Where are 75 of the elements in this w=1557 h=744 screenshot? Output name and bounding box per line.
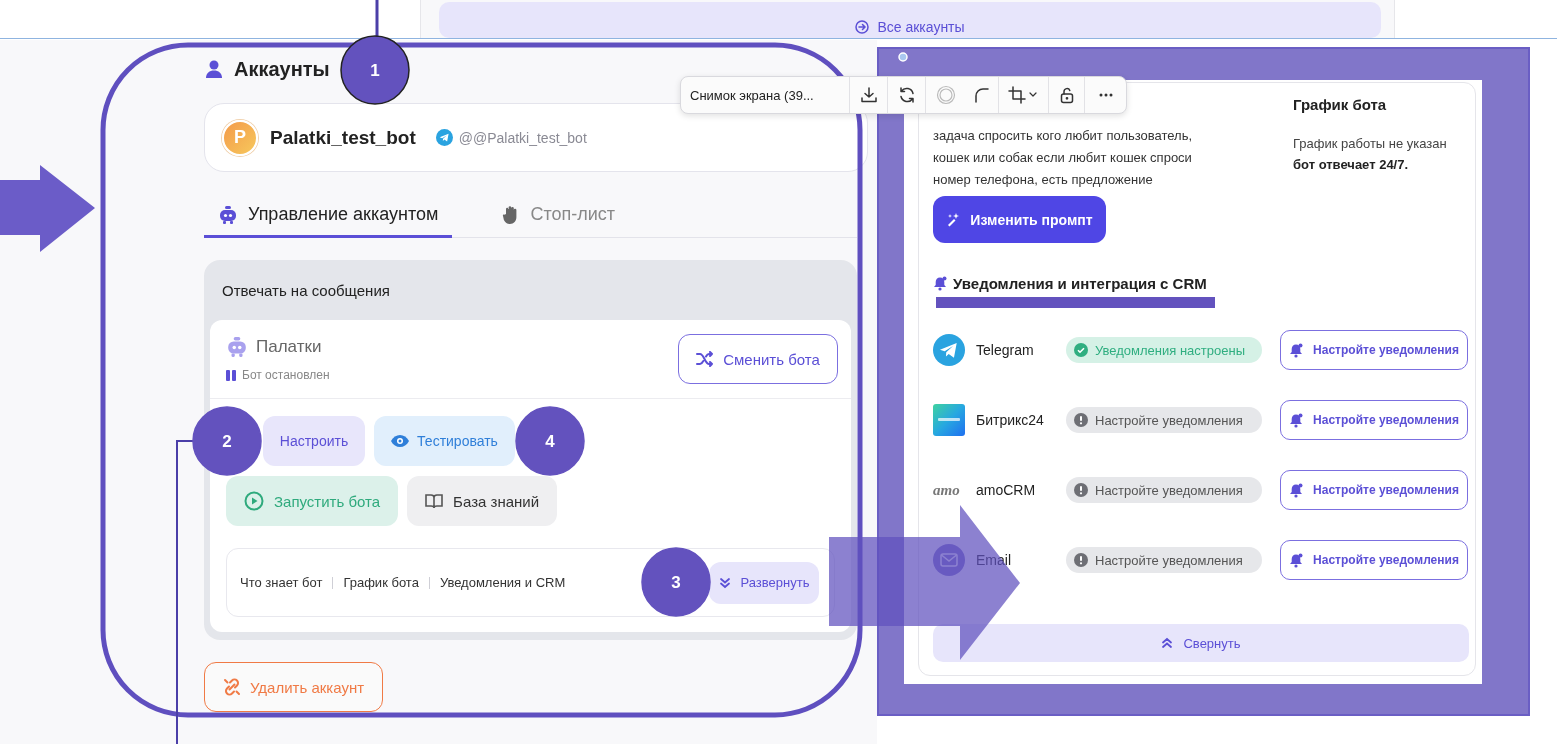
- bell-icon: [1289, 552, 1304, 568]
- collapse-button[interactable]: Свернуть: [933, 624, 1469, 662]
- configure-button[interactable]: Настроить: [263, 416, 365, 466]
- edit-prompt-button[interactable]: Изменить промпт: [933, 196, 1106, 243]
- summary-link[interactable]: Уведомления и CRM: [439, 575, 566, 590]
- status-badge: Уведомления настроены: [1066, 337, 1262, 363]
- amo-logo: amo: [933, 481, 961, 499]
- schedule-text: График работы не указан: [1293, 135, 1448, 153]
- step-marker: 1: [340, 35, 410, 105]
- alert-icon: [1074, 413, 1088, 427]
- status-badge: Настройте уведомления: [1066, 407, 1262, 433]
- switch-bot-button[interactable]: Сменить бота: [678, 334, 838, 384]
- sparkle-icon: [946, 212, 961, 227]
- bot-name: Palatki_test_bot: [270, 126, 416, 149]
- robot-icon: [218, 204, 238, 225]
- bell-icon: [1289, 412, 1304, 428]
- chevrons-up-icon: [1161, 637, 1174, 649]
- step-marker: 4: [515, 406, 585, 476]
- avatar: P: [222, 119, 258, 156]
- expand-button[interactable]: Развернуть: [709, 561, 819, 604]
- integration-name: amoCRM: [976, 482, 1037, 498]
- integration-name: Telegram: [976, 342, 1035, 358]
- book-icon: [425, 493, 444, 509]
- crop-icon: [1008, 86, 1039, 104]
- bell-icon: [933, 275, 947, 291]
- bitrix-logo-icon: [933, 404, 965, 436]
- check-icon: [1074, 343, 1088, 357]
- section-title: Отвечать на сообщения: [221, 280, 391, 301]
- alert-icon: [1074, 483, 1088, 497]
- notification-settings-button[interactable]: Настройте уведомления: [1280, 470, 1468, 510]
- more-icon: [1098, 93, 1113, 97]
- user-icon: [204, 59, 224, 79]
- bot-handle: @@Palatki_test_bot: [458, 129, 587, 146]
- step-marker: 3: [641, 547, 711, 617]
- arrow-circle-icon: [855, 19, 870, 34]
- tab[interactable]: Стоп-лист: [488, 194, 629, 238]
- bell-icon: [1289, 342, 1304, 358]
- status-badge: Настройте уведомления: [1066, 477, 1262, 503]
- notification-settings-button[interactable]: Настройте уведомления: [1280, 540, 1468, 580]
- play-icon: [244, 491, 264, 511]
- chevrons-down-icon: [718, 576, 731, 589]
- test-button[interactable]: Тестировать: [374, 416, 515, 466]
- handle-dot: [898, 52, 908, 62]
- integration-name: Битрикс24: [976, 412, 1045, 428]
- unlink-icon: [222, 678, 241, 696]
- schedule-note: бот отвечает 24/7.: [1293, 156, 1410, 174]
- notifications-heading: Уведомления и интеграция с CRM: [953, 274, 1207, 292]
- bot-status: Бот остановлен: [242, 368, 330, 382]
- telegram-icon: [933, 334, 965, 366]
- screenshot-title: Снимок экрана (39...: [681, 77, 851, 113]
- all-accounts-button[interactable]: Все аккаунты: [439, 2, 1381, 38]
- download-icon: [859, 86, 878, 104]
- step-marker: 2: [192, 406, 262, 476]
- prompt-text: задача спросить кого любит пользователь, кошек или собак если любит кошек спроси номер телефона, есть предложение: [933, 127, 1194, 189]
- corner-icon: [972, 86, 991, 104]
- bot-title: Палатки: [256, 337, 322, 357]
- eye-icon: [391, 435, 410, 447]
- tab[interactable]: Управление аккаунтом: [204, 194, 453, 238]
- shuffle-icon: [696, 351, 715, 367]
- status-badge: Настройте уведомления: [1066, 547, 1262, 573]
- summary-link[interactable]: График бота: [343, 575, 419, 590]
- connector-line: [375, 0, 379, 37]
- section-heading: Аккаунты: [234, 57, 330, 81]
- bell-icon: [1289, 482, 1304, 498]
- circle-icon: [935, 85, 956, 105]
- refresh-icon: [897, 86, 916, 104]
- summary-link[interactable]: Что знает бот: [240, 575, 323, 590]
- notification-settings-button[interactable]: Настройте уведомления: [1280, 400, 1468, 440]
- telegram-icon: [435, 129, 453, 146]
- notification-settings-button[interactable]: Настройте уведомления: [1280, 330, 1468, 370]
- robot-icon: [226, 336, 248, 358]
- knowledge-base-button[interactable]: База знаний: [407, 476, 558, 526]
- schedule-title: График бота: [1293, 95, 1388, 115]
- pause-icon: [226, 369, 236, 381]
- alert-icon: [1074, 553, 1088, 567]
